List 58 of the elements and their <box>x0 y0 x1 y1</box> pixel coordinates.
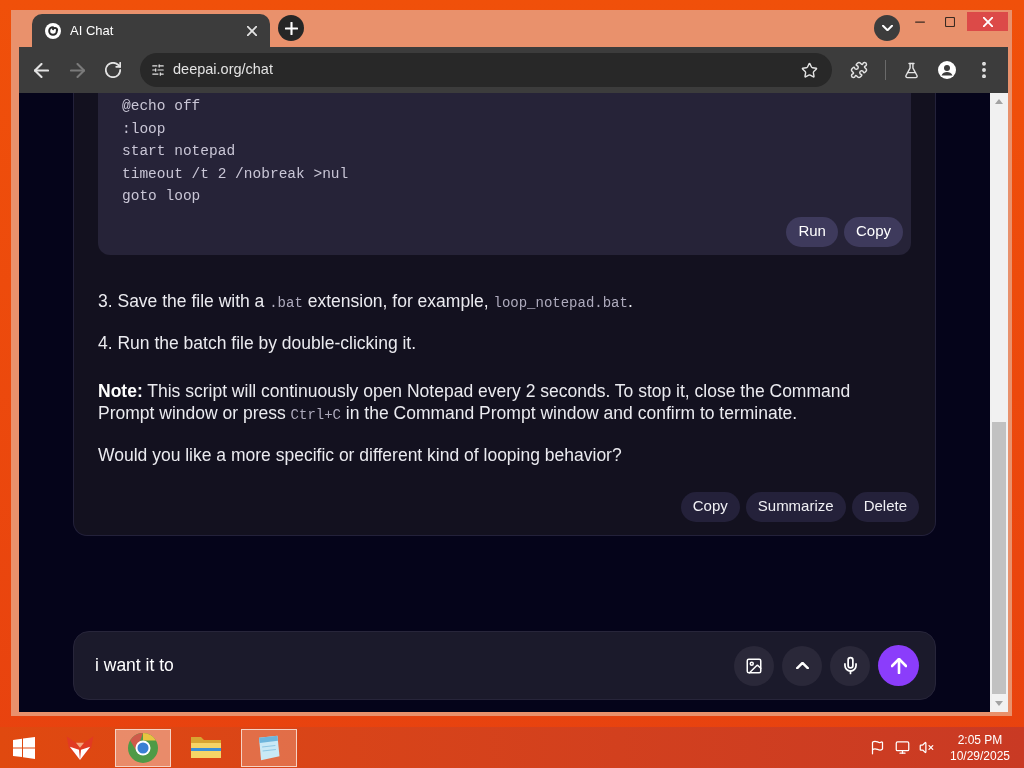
reload-icon <box>105 62 121 78</box>
close-icon <box>982 16 993 27</box>
taskbar-app-button[interactable] <box>115 728 171 767</box>
flask-icon <box>902 61 920 79</box>
list-item-text: 3. Save the file with a .bat extension, for example, loop_notepad.bat. <box>98 289 634 313</box>
circular-logo-icon <box>128 732 158 763</box>
expand-button[interactable] <box>782 645 822 686</box>
star-icon <box>800 61 818 79</box>
url-text: deepai.org/chat <box>173 60 274 80</box>
taskbar-app-button[interactable] <box>241 728 297 767</box>
tune-icon <box>151 63 165 77</box>
code-action-button[interactable]: Run <box>786 216 838 247</box>
browser-tab[interactable]: AI Chat <box>32 14 270 47</box>
code-line: @echo off <box>122 97 201 116</box>
menu-icon <box>982 62 986 78</box>
code-line: start notepad <box>122 142 236 161</box>
windows-logo-icon <box>13 736 35 759</box>
notepad-icon <box>258 734 280 761</box>
microphone-button[interactable] <box>830 645 870 686</box>
message-text: Would you like a more specific or different kind of looping behavior? <box>98 443 623 466</box>
note-text: Note: This script will continuously open Notepad every 2 seconds. To stop it, close the Command Prompt window or press Ctrl+C in the Command Prompt window and confirm to terminate. <box>98 379 852 425</box>
message-input[interactable]: i want it to <box>95 652 734 679</box>
clock-time: 2:05 PM <box>957 731 1003 748</box>
image-icon <box>745 656 763 675</box>
tab-search-button[interactable] <box>874 15 900 41</box>
message-action-button[interactable]: Delete <box>851 491 919 522</box>
list-item-text: 4. Run the batch file by double-clicking it. <box>98 331 418 354</box>
folder-icon <box>191 737 221 758</box>
clock[interactable]: 2:05 PM 10/29/2025 <box>944 731 1016 764</box>
close-button[interactable] <box>967 12 1008 31</box>
address-bar[interactable]: deepai.org/chat <box>140 53 832 87</box>
tab-title: AI Chat <box>70 21 115 40</box>
code-action-button[interactable]: Copy <box>843 216 903 247</box>
forward-arrow-icon <box>69 62 85 78</box>
chevron-down-icon <box>881 25 893 31</box>
message-action-button[interactable]: Summarize <box>745 491 846 522</box>
minimize-icon <box>915 21 925 23</box>
fox-head-icon <box>65 735 95 760</box>
message-action-button[interactable]: Copy <box>680 491 740 522</box>
message-field[interactable]: i want it to <box>73 631 936 700</box>
close-icon <box>247 25 257 36</box>
clock-date: 10/29/2025 <box>949 747 1011 764</box>
code-line: timeout /t 2 /nobreak >nul <box>122 164 349 184</box>
code-line: :loop <box>122 119 166 139</box>
attach-image-button[interactable] <box>734 645 774 686</box>
code-line: goto loop <box>122 187 201 206</box>
maximize-icon <box>945 17 955 27</box>
scrollbar[interactable] <box>990 93 1008 712</box>
new-tab-button[interactable] <box>278 15 304 41</box>
muted-speaker-icon[interactable] <box>919 740 934 755</box>
flag-icon[interactable] <box>870 740 885 755</box>
send-button[interactable] <box>878 645 919 686</box>
plus-icon <box>284 21 298 35</box>
swirl-logo-icon <box>45 22 61 39</box>
puzzle-icon <box>850 61 868 79</box>
monitor-icon[interactable] <box>895 740 910 755</box>
profile-icon <box>938 61 956 79</box>
chevron-up-icon <box>795 662 809 669</box>
